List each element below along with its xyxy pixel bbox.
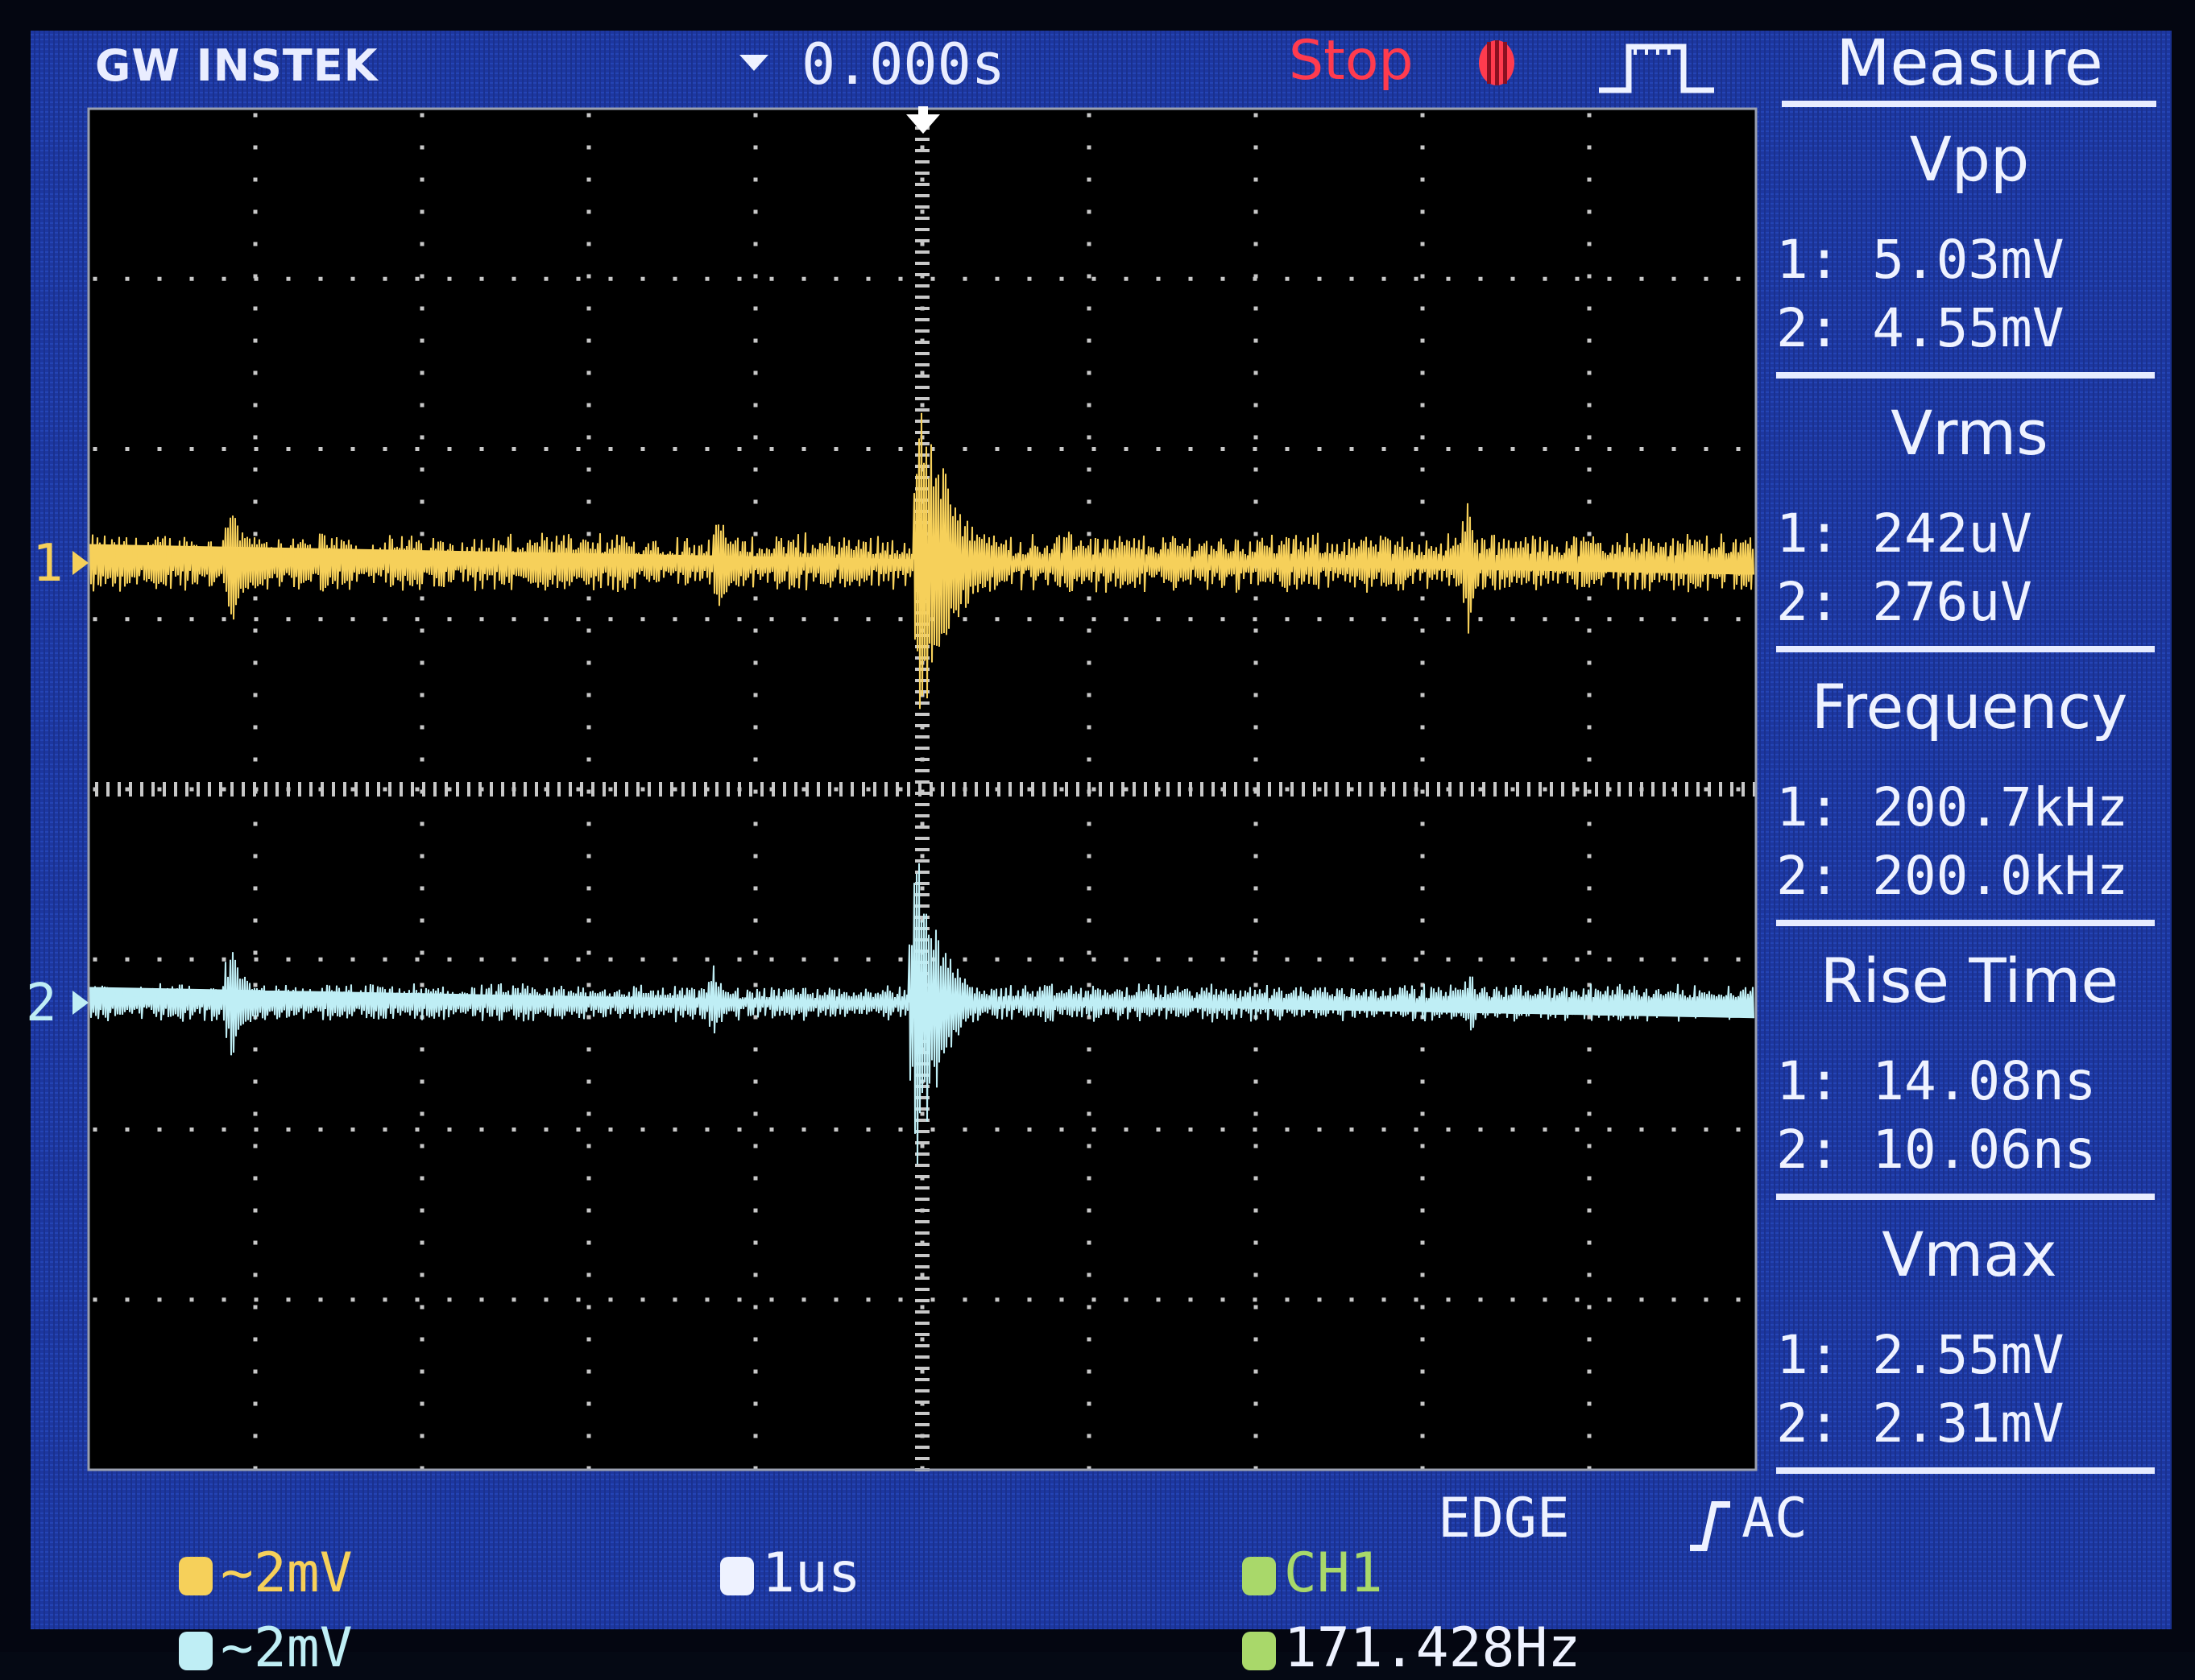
measure-item-divider xyxy=(1776,372,2155,379)
measure-item-divider xyxy=(1776,1467,2155,1474)
measure-item-ch2-value: 2: 200.0kHz xyxy=(1776,845,2129,907)
trigger-coupling[interactable]: AC xyxy=(1742,1492,1808,1546)
measure-item-divider xyxy=(1776,1194,2155,1200)
timebase-badge-icon xyxy=(719,1557,754,1596)
measure-item-ch1-value: 1: 2.55mV xyxy=(1776,1324,2065,1386)
channel-2-badge-icon xyxy=(178,1632,213,1671)
measure-item-ch1-value: 1: 5.03mV xyxy=(1776,229,2065,291)
measure-item-ch2-value: 2: 2.31mV xyxy=(1776,1392,2065,1454)
measure-item-title[interactable]: Frequency xyxy=(1780,677,2159,738)
channel-2-scale-value: ~2mV xyxy=(220,1616,353,1680)
measure-item-title[interactable]: Vpp xyxy=(1780,129,2159,190)
measure-item-ch1-value: 1: 242uV xyxy=(1776,503,2032,565)
frequency-counter-badge-icon xyxy=(1241,1632,1276,1671)
channel-1-label: 1 xyxy=(32,534,64,594)
channel-2-scale[interactable]: ~2mV xyxy=(113,1566,353,1676)
measure-item-title[interactable]: Vmax xyxy=(1780,1224,2159,1285)
trigger-frequency: 171.428Hz xyxy=(1176,1566,1580,1676)
timebase-value: 1us xyxy=(761,1541,861,1605)
measure-item-ch1-value: 1: 14.08ns xyxy=(1776,1050,2097,1112)
measure-menu-title[interactable]: Measure xyxy=(1780,32,2159,95)
measure-item-ch2-value: 2: 10.06ns xyxy=(1776,1119,2097,1181)
measure-title-divider xyxy=(1782,101,2156,107)
trigger-time-readout: 0.000s xyxy=(801,31,1005,97)
measure-item-title[interactable]: Vrms xyxy=(1780,403,2159,464)
trigger-frequency-value: 171.428Hz xyxy=(1283,1616,1581,1680)
stop-record-icon xyxy=(1479,40,1514,85)
timebase-readout[interactable]: 1us xyxy=(654,1492,861,1601)
trigger-type[interactable]: EDGE xyxy=(1438,1492,1570,1546)
brand-logo: GW INSTEK xyxy=(95,40,379,91)
measure-item-ch2-value: 2: 276uV xyxy=(1776,571,2032,633)
measure-item-ch1-value: 1: 200.7kHz xyxy=(1776,776,2129,838)
measure-item-divider xyxy=(1776,920,2155,926)
measure-item-title[interactable]: Rise Time xyxy=(1780,950,2159,1012)
measure-item-ch2-value: 2: 4.55mV xyxy=(1776,297,2065,359)
measure-item-divider xyxy=(1776,646,2155,652)
channel-2-label: 2 xyxy=(26,974,57,1033)
run-status-label[interactable]: Stop xyxy=(1289,34,1414,89)
